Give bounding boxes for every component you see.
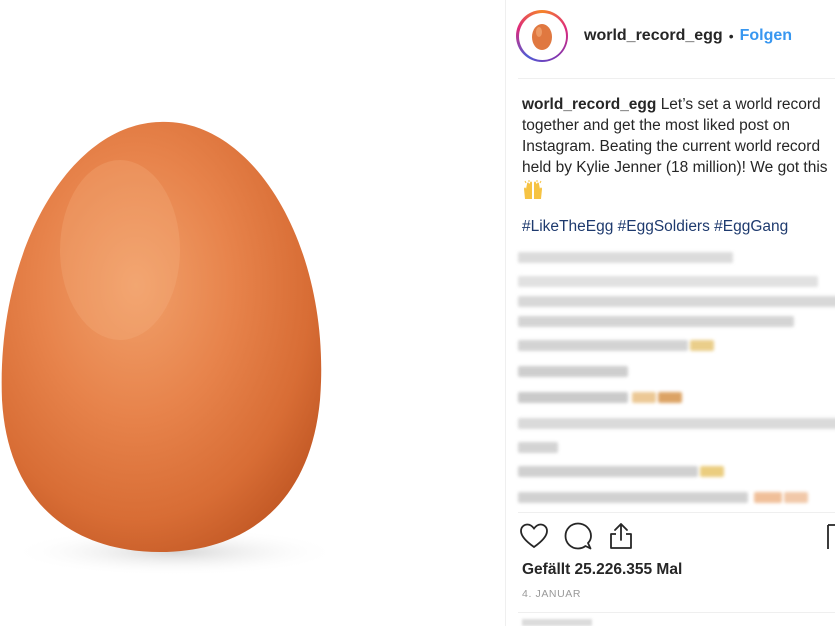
comment-row [518,252,738,263]
comment-icon[interactable] [564,522,592,555]
post-details-panel: world_record_egg • Folgen world_record_e… [506,0,835,626]
comment-row [518,340,718,351]
share-icon[interactable] [608,522,634,555]
post-caption: world_record_egg Let’s set a world recor… [522,94,835,178]
bookmark-icon[interactable] [826,524,835,555]
comment-row [518,316,798,327]
comment-row [518,392,688,403]
comment-row [518,276,818,287]
heart-icon[interactable] [520,523,548,554]
raising-hands-emoji-icon [522,180,544,205]
caption-text-line-4: held by Kylie Jenner (18 million)! We go… [522,159,828,176]
caption-username-link[interactable]: world_record_egg [522,96,656,113]
header-separator: • [728,28,734,44]
comment-row [518,442,578,453]
comment-row [518,466,738,477]
comment-divider [518,612,835,613]
comment-row [518,418,835,429]
comment-row [518,492,818,503]
comment-row [518,296,835,307]
actions-divider [518,512,835,513]
post-date[interactable]: 4. JANUAR [522,588,581,600]
egg-avatar-icon [532,24,552,50]
caption-text-line-3: Instagram. Beating the current world rec… [522,138,821,155]
egg-image [1,121,340,576]
follow-button[interactable]: Folgen [740,27,792,45]
add-comment-placeholder[interactable] [522,619,592,626]
username-link[interactable]: world_record_egg [584,27,723,45]
hashtags[interactable]: #LikeTheEgg #EggSoldiers #EggGang [522,218,788,236]
caption-text-line-2: together and get the most liked post on [522,117,790,134]
action-bar [520,522,650,555]
post-photo[interactable] [0,0,505,626]
caption-text-line-1: Let’s set a world record [660,96,821,113]
header-divider [518,78,835,79]
comment-row [518,366,638,377]
likes-count[interactable]: Gefällt 25.226.355 Mal [522,561,682,579]
post-header: world_record_egg • Folgen [516,8,792,64]
avatar[interactable] [516,10,568,62]
